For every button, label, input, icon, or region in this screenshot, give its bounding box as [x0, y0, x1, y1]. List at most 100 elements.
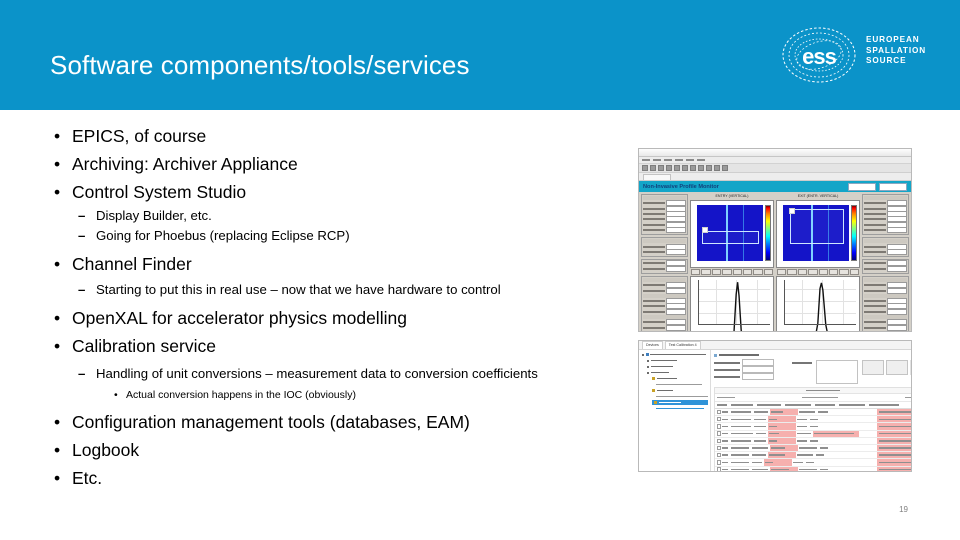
chevron-down-icon[interactable] — [642, 353, 644, 356]
toolbar-icon[interactable] — [658, 165, 664, 171]
add-snapshot-button[interactable] — [886, 360, 908, 375]
menu-item[interactable] — [653, 159, 661, 161]
plot-tool-button[interactable] — [753, 268, 763, 276]
menu-item[interactable] — [664, 159, 672, 161]
param-value[interactable] — [666, 287, 686, 294]
param-value[interactable] — [887, 308, 907, 315]
heatmap-roi-box[interactable] — [702, 230, 760, 244]
banner-field[interactable] — [879, 182, 907, 191]
heatmap-cursor-marker[interactable] — [701, 227, 708, 234]
tree-node-selected[interactable] — [652, 400, 708, 405]
plot-tool-button[interactable] — [701, 268, 711, 276]
column-header[interactable] — [815, 404, 835, 406]
param-value[interactable] — [666, 227, 686, 234]
param-value[interactable] — [887, 287, 907, 294]
field-input[interactable] — [742, 359, 774, 367]
tree-node[interactable] — [647, 370, 708, 375]
tree-node[interactable] — [647, 364, 708, 369]
table-row[interactable] — [715, 459, 911, 467]
plot-tool-button[interactable] — [797, 268, 808, 276]
table-row[interactable] — [715, 444, 911, 453]
toolbar-icon[interactable] — [642, 165, 648, 171]
exit-heatmap[interactable] — [776, 200, 860, 268]
row-checkbox[interactable] — [716, 424, 721, 429]
exit-profile-plot[interactable] — [776, 276, 860, 331]
toolbar-icon[interactable] — [722, 165, 728, 171]
plot-tool-button[interactable] — [777, 268, 787, 276]
row-checkbox[interactable] — [716, 409, 721, 415]
menu-item[interactable] — [675, 159, 683, 161]
param-value[interactable] — [887, 249, 907, 256]
toolbar-icon[interactable] — [650, 165, 656, 171]
heatmap-roi-box[interactable] — [789, 209, 844, 244]
table-row[interactable] — [715, 409, 911, 417]
table-row[interactable] — [715, 430, 911, 438]
toolbar-icon[interactable] — [706, 165, 712, 171]
toolbar-icon[interactable] — [666, 165, 672, 171]
field-input[interactable] — [742, 366, 774, 374]
plot-tool-button[interactable] — [849, 268, 859, 276]
tab-test-calibration[interactable]: Test Calibration 4 — [664, 341, 701, 349]
entry-heatmap[interactable] — [690, 200, 774, 268]
row-checkbox[interactable] — [716, 460, 721, 465]
param-value[interactable] — [666, 308, 686, 315]
row-checkbox[interactable] — [716, 417, 721, 422]
menu-item[interactable] — [642, 159, 650, 161]
table-row[interactable] — [715, 452, 911, 460]
tab-devices[interactable]: Devices — [642, 341, 663, 349]
heatmap-cursor-marker[interactable] — [788, 208, 795, 215]
entry-profile-plot[interactable] — [690, 276, 774, 331]
param-value[interactable] — [666, 265, 686, 272]
plot-tool-button[interactable] — [742, 268, 753, 276]
column-header[interactable] — [717, 404, 727, 406]
chevron-down-icon[interactable] — [647, 371, 649, 374]
table-row[interactable] — [715, 437, 911, 445]
column-header[interactable] — [785, 404, 811, 406]
plot-tool-button[interactable] — [787, 268, 797, 276]
table-row[interactable] — [715, 423, 911, 431]
tree-node[interactable] — [647, 358, 708, 363]
param-value[interactable] — [666, 249, 686, 256]
table-row[interactable] — [715, 416, 911, 424]
column-header[interactable] — [757, 404, 781, 406]
plot-tool-button[interactable] — [722, 268, 732, 276]
column-header[interactable] — [869, 404, 899, 406]
plot-tool-button[interactable] — [763, 268, 773, 276]
toolbar-icon[interactable] — [682, 165, 688, 171]
tree-node[interactable] — [652, 376, 708, 381]
document-tab[interactable] — [643, 174, 671, 180]
menu-item[interactable] — [686, 159, 694, 161]
plot-tool-button[interactable] — [808, 268, 818, 276]
comment-textarea[interactable] — [816, 360, 858, 384]
menu-item[interactable] — [697, 159, 705, 161]
chevron-down-icon[interactable] — [647, 359, 649, 362]
toolbar-icon[interactable] — [690, 165, 696, 171]
banner-field[interactable] — [848, 182, 876, 191]
row-checkbox[interactable] — [716, 438, 721, 444]
chevron-right-icon[interactable] — [647, 365, 649, 368]
plot-tool-button[interactable] — [732, 268, 742, 276]
row-checkbox[interactable] — [716, 467, 721, 471]
row-checkbox[interactable] — [716, 431, 721, 436]
param-value[interactable] — [666, 329, 686, 331]
plot-tool-button[interactable] — [828, 268, 839, 276]
param-value[interactable] — [887, 329, 907, 331]
field-input[interactable] — [742, 373, 774, 381]
column-header[interactable] — [839, 404, 865, 406]
toolbar-icon[interactable] — [674, 165, 680, 171]
tree-node[interactable] — [652, 388, 708, 393]
plot-tool-button[interactable] — [711, 268, 722, 276]
plot-tool-button[interactable] — [839, 268, 849, 276]
table-row[interactable] — [715, 466, 911, 471]
tree-node-root[interactable] — [642, 352, 708, 357]
param-value[interactable] — [887, 265, 907, 272]
column-header[interactable] — [731, 404, 753, 406]
validate-button[interactable] — [862, 360, 884, 375]
row-checkbox[interactable] — [716, 453, 721, 458]
row-checkbox[interactable] — [716, 445, 721, 451]
plot-tool-button[interactable] — [818, 268, 828, 276]
toolbar-icon[interactable] — [714, 165, 720, 171]
toolbar-icon[interactable] — [698, 165, 704, 171]
param-value[interactable] — [887, 227, 907, 234]
plot-tool-button[interactable] — [691, 268, 701, 276]
